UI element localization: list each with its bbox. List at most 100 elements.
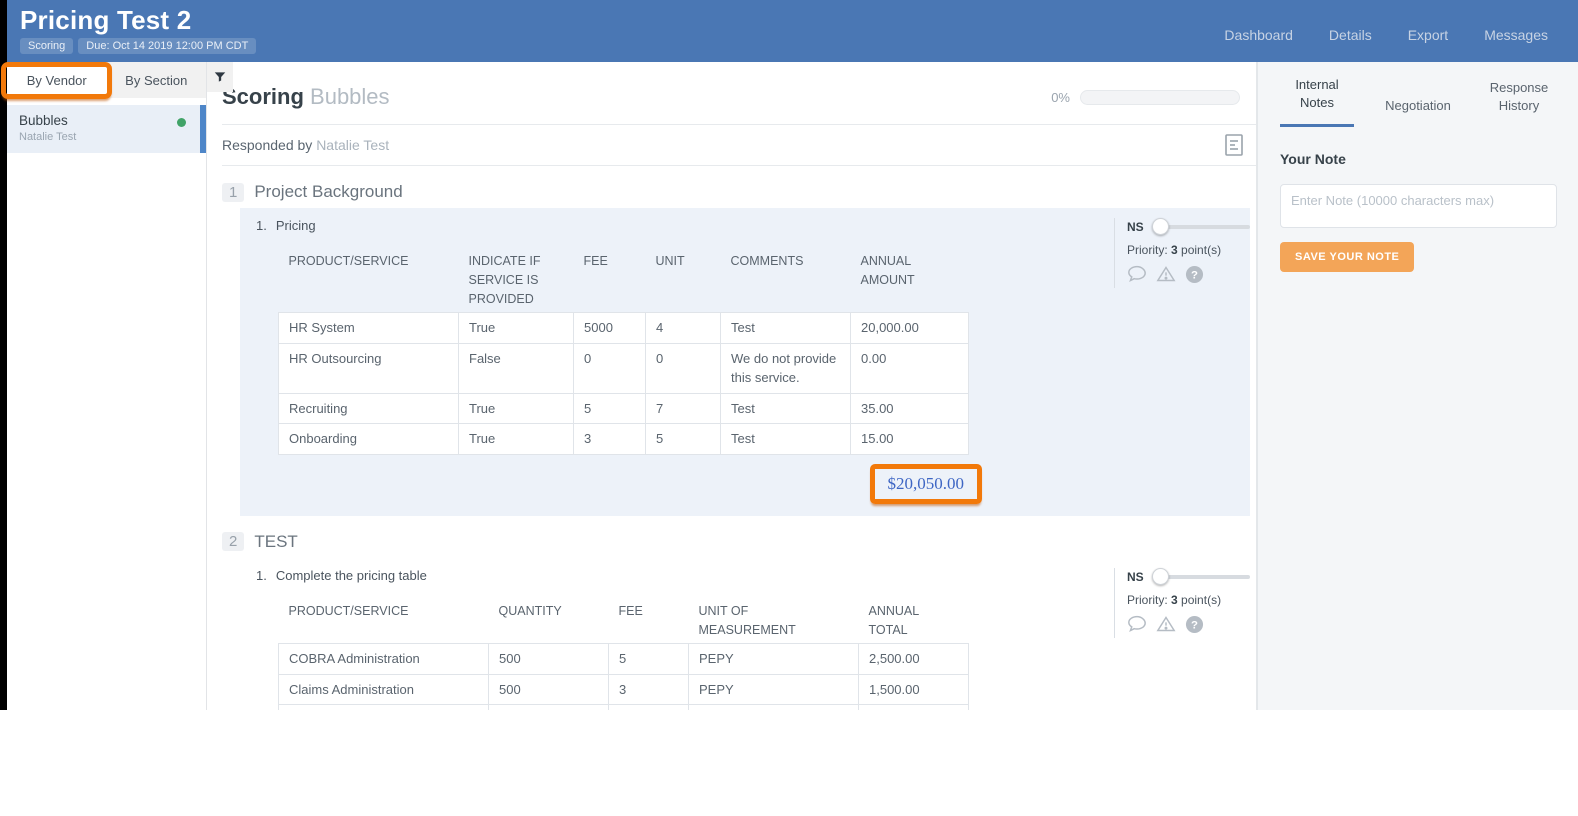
cell: 1	[608, 704, 689, 710]
tab-by-vendor-label: By Vendor	[26, 72, 87, 88]
col-quantity: QUANTITY	[498, 603, 562, 618]
cell: HR Outsourcing	[278, 342, 459, 394]
section-1-title: Project Background	[254, 182, 403, 201]
comment-icon[interactable]	[1127, 615, 1147, 634]
score-slider[interactable]	[1151, 218, 1250, 235]
priority-suffix: point(s)	[1181, 592, 1222, 607]
response-document-icon[interactable]	[1224, 133, 1244, 157]
nav-messages[interactable]: Messages	[1484, 27, 1548, 43]
cell: 3	[573, 423, 646, 455]
question-2-text: Complete the pricing table	[275, 567, 427, 583]
section-1-number: 1	[222, 182, 245, 202]
score-slider-thumb[interactable]	[1151, 567, 1169, 585]
notes-panel: Internal Notes Negotiation Response Hist…	[1257, 62, 1578, 710]
section-1-header: 1 Project Background	[222, 182, 1256, 202]
notes-panel-tabs: Internal Notes Negotiation Response Hist…	[1258, 62, 1578, 128]
vendor-sidebar: By Vendor By Section Bubbles Natalie Tes…	[7, 62, 207, 710]
nav-details[interactable]: Details	[1329, 27, 1372, 43]
priority-line: Priority: 3 point(s)	[1127, 243, 1250, 257]
progress-percent-label: 0%	[1051, 89, 1070, 105]
header-left: Pricing Test 2 Scoring Due: Oct 14 2019 …	[0, 0, 257, 54]
priority-label: Priority:	[1127, 592, 1168, 607]
filter-button[interactable]	[207, 62, 233, 92]
tab-by-section-label: By Section	[125, 72, 188, 88]
nav-dashboard[interactable]: Dashboard	[1224, 27, 1293, 43]
note-input[interactable]	[1280, 184, 1557, 229]
cell: 2,500.00	[858, 643, 969, 675]
progress-bar	[1080, 89, 1240, 105]
cell: 500	[488, 673, 609, 706]
annotation-box-total-1: $20,050.00	[869, 463, 982, 504]
tab-by-vendor[interactable]: By Vendor	[7, 62, 107, 98]
nav-export[interactable]: Export	[1408, 27, 1448, 43]
table-1-total: $20,050.00	[887, 473, 965, 493]
svg-text:?: ?	[1191, 269, 1198, 281]
col-product-service: PRODUCT/SERVICE	[288, 603, 409, 618]
tab-by-section[interactable]: By Section	[107, 62, 207, 98]
cell: Test	[720, 423, 851, 455]
cell: PEPY	[688, 643, 859, 675]
top-header: Pricing Test 2 Scoring Due: Oct 14 2019 …	[0, 0, 1578, 62]
table-row: HR System True 5000 4 Test 20,000.00	[278, 312, 969, 344]
svg-text:?: ?	[1191, 619, 1198, 631]
question-1-number: 1.	[256, 218, 267, 233]
score-row: NS	[1127, 218, 1250, 235]
vendor-list-item[interactable]: Bubbles Natalie Test	[7, 105, 206, 153]
tab-response-history[interactable]: Response History	[1482, 79, 1556, 127]
tab-negotiation[interactable]: Negotiation	[1385, 97, 1451, 128]
question-2-scoring: NS Priority: 3 point(s) ?	[1102, 567, 1250, 710]
score-widget-1: NS Priority: 3 point(s) ?	[1114, 218, 1250, 288]
table-row: HR Outsourcing False 0 0 We do not provi…	[278, 342, 969, 394]
question-1-scoring: NS Priority: 3 point(s) ?	[1102, 218, 1250, 516]
col-unit-of-measurement: UNIT OF MEASUREMENT	[698, 603, 796, 637]
cell: 500	[488, 704, 609, 710]
col-fee: FEE	[583, 254, 608, 268]
flag-warning-icon[interactable]	[1156, 265, 1176, 284]
cell: Recruiting	[278, 392, 459, 425]
col-indicate-provided: INDICATE IF SERVICE IS PROVIDED	[468, 254, 541, 306]
save-note-button[interactable]: SAVE YOUR NOTE	[1280, 242, 1415, 273]
tab-internal-notes[interactable]: Internal Notes	[1280, 76, 1354, 128]
cell: 6,000.00	[858, 704, 969, 710]
vendor-active-indicator	[200, 105, 206, 153]
table-row: Claims Administration 500 3 PEPY 1,500.0…	[278, 673, 969, 706]
table-2-header-row: PRODUCT/SERVICE QUANTITY FEE UNIT OF MEA…	[279, 598, 969, 644]
cell: PEPM	[688, 704, 859, 710]
question-2-label: 1. Complete the pricing table	[256, 568, 1102, 583]
cell: 0	[645, 342, 721, 394]
section-2-number: 2	[222, 532, 245, 552]
your-note-heading: Your Note	[1280, 151, 1346, 168]
question-2-content: 1. Complete the pricing table PRODUCT/SE…	[256, 568, 1102, 710]
question-1-text: Pricing	[275, 218, 316, 233]
priority-line: Priority: 3 point(s)	[1127, 593, 1250, 607]
help-icon[interactable]: ?	[1185, 615, 1204, 634]
question-1-label: 1. Pricing	[256, 218, 1102, 233]
responded-by-name: Natalie Test	[316, 137, 390, 153]
cell: PEPY	[688, 673, 859, 706]
priority-points: 3	[1171, 243, 1178, 257]
scoring-title-vendor: Bubbles	[310, 84, 390, 109]
tab-negotiation-label: Negotiation	[1385, 97, 1451, 113]
cell: 0	[573, 342, 646, 394]
cell: Test	[720, 392, 851, 425]
score-slider[interactable]	[1151, 567, 1250, 585]
cell: 3	[608, 673, 689, 706]
cell: False	[458, 342, 574, 394]
pricing-table-2: PRODUCT/SERVICE QUANTITY FEE UNIT OF MEA…	[278, 598, 969, 710]
score-slider-thumb[interactable]	[1151, 218, 1169, 235]
cell: 4	[645, 312, 721, 344]
cell: Test	[720, 312, 851, 344]
col-annual-amount: ANNUAL AMOUNT	[860, 254, 915, 287]
section-2-title: TEST	[254, 531, 298, 551]
top-nav: Dashboard Details Export Messages	[1224, 0, 1578, 43]
question-block-pricing-table: 1. Complete the pricing table PRODUCT/SE…	[240, 558, 1250, 710]
help-icon[interactable]: ?	[1185, 265, 1204, 284]
score-widget-2: NS Priority: 3 point(s) ?	[1114, 567, 1250, 638]
tab-response-history-label: Response History	[1489, 80, 1549, 113]
question-block-pricing: 1. Pricing PRODUCT/SERVICE INDICATE IF S…	[240, 208, 1250, 516]
comment-icon[interactable]	[1127, 265, 1147, 284]
cell: 0.00	[850, 342, 969, 394]
flag-warning-icon[interactable]	[1156, 615, 1176, 634]
responded-by-row: Responded by Natalie Test	[222, 125, 1256, 166]
question-1-content: 1. Pricing PRODUCT/SERVICE INDICATE IF S…	[256, 218, 1102, 516]
